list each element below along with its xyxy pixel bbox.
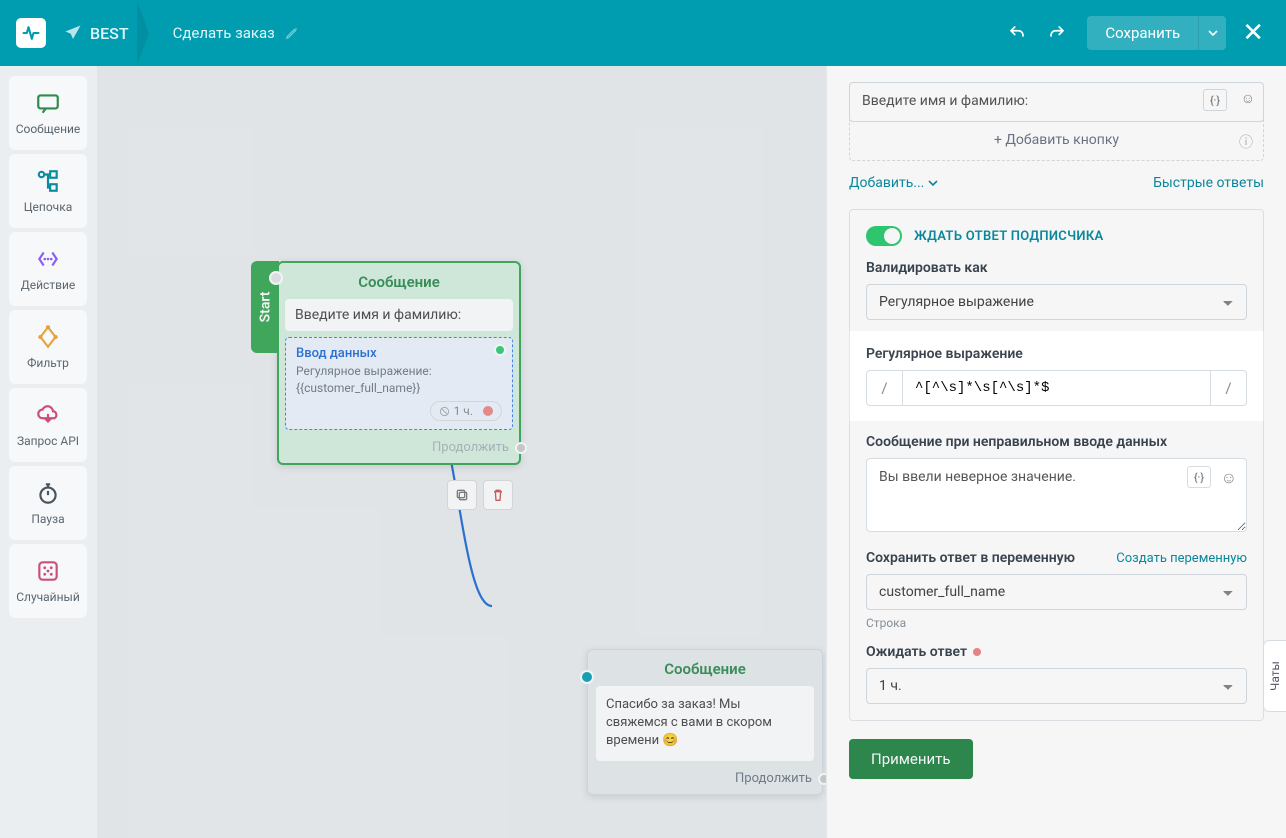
add-element-link[interactable]: Добавить... xyxy=(849,175,938,191)
node-actions xyxy=(447,480,513,510)
wait-response-toggle[interactable] xyxy=(866,226,902,246)
input-port[interactable] xyxy=(580,670,594,684)
input-block-sub2: {{customer_full_name}} xyxy=(296,381,502,395)
variable-select[interactable]: customer_full_name xyxy=(866,574,1247,610)
regex-highlight: Регулярное выражение / / xyxy=(850,332,1263,420)
app-logo[interactable] xyxy=(16,18,46,48)
regex-input[interactable] xyxy=(902,370,1211,406)
quick-replies-link[interactable]: Быстрые ответы xyxy=(1153,175,1264,191)
tool-message[interactable]: Сообщение xyxy=(9,76,87,150)
regex-label: Регулярное выражение xyxy=(866,346,1247,362)
redo-button[interactable] xyxy=(1039,15,1075,51)
filter-icon xyxy=(35,324,61,350)
save-dropdown[interactable] xyxy=(1198,16,1226,50)
add-button-row[interactable]: + Добавить кнопку ⓘ xyxy=(849,120,1264,161)
wait-response-label: ЖДАТЬ ОТВЕТ ПОДПИСЧИКА xyxy=(914,229,1104,244)
action-icon xyxy=(35,246,61,272)
properties-panel: Введите имя и фамилию: {·} ☺ + Добавить … xyxy=(826,66,1286,838)
input-block-title: Ввод данных xyxy=(296,346,502,361)
tool-pause[interactable]: Пауза xyxy=(9,466,87,540)
bot-name[interactable]: BEST xyxy=(90,24,129,43)
breadcrumb-separator xyxy=(137,0,157,66)
node-title: Сообщение xyxy=(279,263,519,299)
start-port[interactable] xyxy=(269,271,283,285)
output-port-timeout[interactable] xyxy=(483,406,493,416)
node-input-block[interactable]: Ввод данных Регулярное выражение: {{cust… xyxy=(285,337,513,430)
create-variable-link[interactable]: Создать переменную xyxy=(1116,551,1247,566)
validate-select[interactable]: Регулярное выражение xyxy=(866,284,1247,320)
chevron-down-icon xyxy=(928,178,938,188)
save-button[interactable]: Сохранить xyxy=(1087,16,1198,50)
node-continue: Продолжить xyxy=(588,767,822,794)
info-icon[interactable]: ⓘ xyxy=(1239,132,1253,152)
telegram-icon xyxy=(64,24,82,42)
apply-button[interactable]: Применить xyxy=(849,739,973,779)
wait-response-section: ЖДАТЬ ОТВЕТ ПОДПИСЧИКА Валидировать как … xyxy=(849,209,1264,721)
chats-tab[interactable]: Чаты xyxy=(1263,640,1286,712)
emoji-button-2[interactable]: ☺ xyxy=(1221,468,1237,488)
stopwatch-icon xyxy=(35,480,61,506)
delete-node-button[interactable] xyxy=(483,480,513,510)
wait-time-select[interactable]: 1 ч. xyxy=(866,668,1247,704)
node-text: Введите имя и фамилию: xyxy=(285,299,513,331)
flow-name[interactable]: Сделать заказ xyxy=(173,24,275,42)
variable-type-hint: Строка xyxy=(866,616,1247,630)
trash-icon xyxy=(490,487,506,503)
insert-variable-button-2[interactable]: {·} xyxy=(1187,466,1211,488)
tool-random[interactable]: Случайный xyxy=(9,544,87,618)
copy-node-button[interactable] xyxy=(447,480,477,510)
save-group: Сохранить xyxy=(1087,16,1226,50)
input-block-sub1: Регулярное выражение: xyxy=(296,364,502,378)
node-title: Сообщение xyxy=(588,650,822,686)
validate-label: Валидировать как xyxy=(866,260,1247,276)
edit-icon[interactable] xyxy=(285,26,299,40)
node-message-1[interactable]: Start Сообщение Введите имя и фамилию: В… xyxy=(277,261,521,465)
save-variable-label: Сохранить ответ в переменную Создать пер… xyxy=(866,550,1247,566)
cloud-icon xyxy=(35,402,61,428)
invalid-message-label: Сообщение при неправильном вводе данных xyxy=(866,434,1247,450)
node-message-2[interactable]: Сообщение Спасибо за заказ! Мы свяжемся … xyxy=(587,649,823,795)
tool-palette: Сообщение Цепочка Действие Фильтр Запрос… xyxy=(0,66,97,838)
node-continue: Продолжить xyxy=(279,436,519,463)
flow-canvas[interactable]: Start Сообщение Введите имя и фамилию: В… xyxy=(97,66,826,838)
tool-filter[interactable]: Фильтр xyxy=(9,310,87,384)
output-port-continue[interactable] xyxy=(515,442,527,454)
pulse-icon xyxy=(21,23,41,43)
close-button[interactable]: ✕ xyxy=(1236,18,1270,48)
insert-variable-button[interactable]: {·} xyxy=(1203,89,1227,111)
regex-slash-left: / xyxy=(866,370,902,406)
app-header: BEST Сделать заказ Сохранить ✕ xyxy=(0,0,1286,66)
required-dot xyxy=(973,648,981,656)
output-port-valid[interactable] xyxy=(494,344,506,356)
wait-time-label: Ожидать ответ xyxy=(866,644,1247,660)
regex-slash-right: / xyxy=(1211,370,1247,406)
tool-action[interactable]: Действие xyxy=(9,232,87,306)
undo-button[interactable] xyxy=(999,15,1035,51)
message-text-input[interactable]: Введите имя и фамилию: {·} ☺ xyxy=(849,82,1264,122)
chain-icon xyxy=(35,168,61,194)
ban-icon xyxy=(439,406,450,417)
copy-icon xyxy=(454,487,470,503)
tool-chain[interactable]: Цепочка xyxy=(9,154,87,228)
input-timeout: 1 ч. xyxy=(430,401,502,421)
message-icon xyxy=(35,90,61,116)
tool-api[interactable]: Запрос API xyxy=(9,388,87,462)
node-text: Спасибо за заказ! Мы свяжемся с вами в с… xyxy=(596,686,814,761)
dice-icon xyxy=(35,558,61,584)
emoji-button[interactable]: ☺ xyxy=(1241,90,1255,107)
